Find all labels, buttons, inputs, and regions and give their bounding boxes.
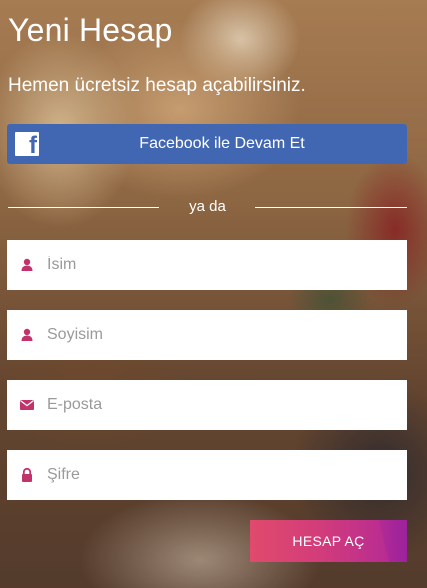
password-field: [7, 450, 407, 500]
last-name-field: [7, 310, 407, 360]
user-icon: [21, 258, 33, 271]
last-name-input[interactable]: [47, 310, 397, 360]
password-input[interactable]: [47, 450, 397, 500]
envelope-icon: [20, 400, 34, 410]
email-field: [7, 380, 407, 430]
email-input[interactable]: [47, 380, 397, 430]
first-name-field: [7, 240, 407, 290]
divider-line-right: [255, 207, 407, 208]
page-title: Yeni Hesap: [8, 12, 173, 48]
facebook-login-button[interactable]: f Facebook ile Devam Et: [7, 124, 407, 164]
signup-panel: Yeni Hesap Hemen ücretsiz hesap açabilir…: [0, 0, 427, 588]
page-subtitle: Hemen ücretsiz hesap açabilirsiniz.: [8, 75, 306, 96]
lock-icon: [22, 467, 32, 482]
or-divider: ya da: [8, 196, 407, 218]
first-name-input[interactable]: [47, 240, 397, 290]
user-icon: [21, 328, 33, 341]
create-account-label: HESAP AÇ: [292, 533, 365, 549]
create-account-button[interactable]: HESAP AÇ: [250, 520, 407, 562]
facebook-button-label: Facebook ile Devam Et: [139, 135, 305, 152]
